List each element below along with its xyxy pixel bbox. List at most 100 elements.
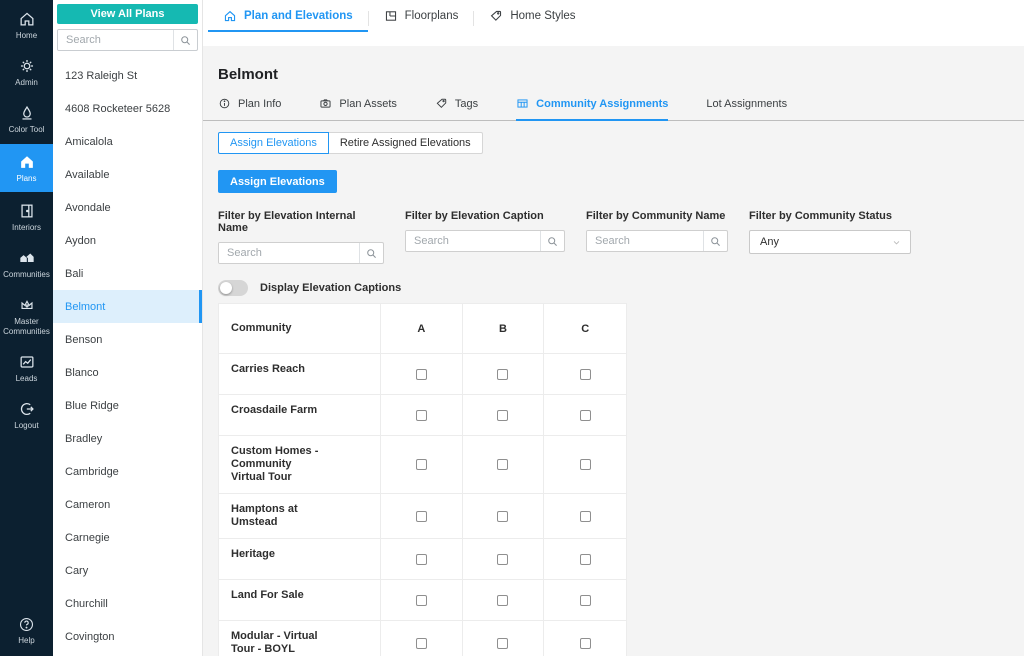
plan-list-item[interactable]: Cambridge [53, 455, 202, 488]
assign-elevations-button[interactable]: Assign Elevations [218, 170, 337, 193]
elevation-internal-name-input[interactable] [219, 243, 359, 263]
elevation-c-cell [544, 436, 626, 493]
assignment-checkbox[interactable] [497, 459, 509, 470]
assignment-checkbox[interactable] [579, 637, 591, 649]
sidebar-item-home[interactable]: Home [0, 3, 53, 47]
sidebar-item-plans[interactable]: Plans [0, 144, 53, 192]
display-elevation-captions-toggle[interactable] [218, 280, 248, 296]
elevation-a-cell [381, 354, 463, 394]
plan-list-item[interactable]: Cary [53, 554, 202, 587]
top-nav: Plan and Elevations Floorplans Home Styl… [203, 0, 1024, 46]
filter-search-box [586, 230, 728, 252]
sidebar-item-help[interactable]: Help [0, 609, 53, 652]
plan-list-item-label: Churchill [65, 597, 108, 610]
crown-icon [18, 296, 36, 314]
plan-list-item[interactable]: Blue Ridge [53, 389, 202, 422]
assignment-checkbox[interactable] [579, 459, 591, 470]
plan-list-item-label: 4608 Rocketeer 5628 [65, 102, 171, 115]
sidebar-item-label: Master Communities [3, 317, 50, 336]
display-elevation-captions-row: Display Elevation Captions [218, 280, 1024, 296]
assignment-checkbox[interactable] [415, 510, 427, 522]
plan-list-item[interactable]: Cameron [53, 488, 202, 521]
plan-list-item[interactable]: Blanco [53, 356, 202, 389]
plan-list-item[interactable]: Churchill [53, 587, 202, 620]
assignment-checkbox[interactable] [415, 368, 427, 380]
table-row: Modular - Virtual Tour - BOYL [219, 621, 626, 656]
community-name-cell: Land For Sale [219, 580, 381, 620]
table-row: Custom Homes - Community Virtual Tour [219, 436, 626, 494]
assignment-checkbox[interactable] [497, 409, 509, 421]
view-all-plans-button[interactable]: View All Plans [57, 4, 198, 24]
home-icon [18, 10, 36, 28]
sidebar-item-interiors[interactable]: Interiors [0, 195, 53, 239]
tab-plan-info[interactable]: Plan Info [218, 97, 281, 121]
assignment-checkbox[interactable] [497, 368, 509, 380]
plan-list-item[interactable]: Covington [53, 620, 202, 653]
elevation-a-cell [381, 580, 463, 620]
plan-list-item[interactable]: Carnegie [53, 521, 202, 554]
column-header-a: A [381, 304, 463, 353]
plan-list-item[interactable]: Avondale [53, 191, 202, 224]
floorplan-icon [384, 9, 398, 23]
tab-lot-assignments[interactable]: Lot Assignments [706, 97, 787, 121]
assignment-checkbox[interactable] [415, 637, 427, 649]
assignment-checkbox[interactable] [497, 553, 509, 565]
logout-icon [18, 400, 36, 418]
plan-list-item[interactable]: Available [53, 158, 202, 191]
filter-search-box [218, 242, 384, 264]
plan-list-item[interactable]: Amicalola [53, 125, 202, 158]
assignment-checkbox[interactable] [497, 510, 509, 522]
search-icon[interactable] [703, 231, 727, 251]
sidebar-item-master-communities[interactable]: Master Communities [0, 289, 53, 343]
nav-tab-home-styles[interactable]: Home Styles [474, 0, 590, 32]
nav-tab-plan-and-elevations[interactable]: Plan and Elevations [208, 0, 368, 32]
plan-list-item[interactable]: Benson [53, 323, 202, 356]
plan-list-item[interactable]: Bradley [53, 422, 202, 455]
nav-tab-floorplans[interactable]: Floorplans [369, 0, 474, 32]
tab-community-assignments[interactable]: Community Assignments [516, 97, 669, 121]
search-icon[interactable] [173, 30, 197, 50]
tab-plan-assets[interactable]: Plan Assets [319, 97, 397, 121]
search-icon[interactable] [359, 243, 383, 263]
retire-assigned-elevations-segment[interactable]: Retire Assigned Elevations [327, 132, 483, 154]
sidebar-item-leads[interactable]: Leads [0, 346, 53, 390]
elevation-caption-input[interactable] [406, 231, 540, 251]
community-name-input[interactable] [587, 231, 703, 251]
plan-list-item-label: Avondale [65, 201, 111, 214]
plan-list-item-label: 123 Raleigh St [65, 69, 138, 82]
assignment-checkbox[interactable] [415, 594, 427, 606]
plan-detail-tabs: Plan Info Plan Assets Tags Community Ass… [203, 97, 1024, 121]
community-status-select[interactable]: Any [749, 230, 911, 254]
assignment-checkbox[interactable] [415, 459, 427, 470]
search-icon[interactable] [540, 231, 564, 251]
plan-list-item[interactable]: 4608 Rocketeer 5628 [53, 92, 202, 125]
assign-elevations-segment[interactable]: Assign Elevations [218, 132, 329, 154]
sidebar-item-color-tool[interactable]: Color Tool [0, 97, 53, 141]
tab-label: Plan Assets [339, 97, 397, 110]
assignment-checkbox[interactable] [579, 510, 591, 522]
sidebar-item-admin[interactable]: Admin [0, 50, 53, 94]
sidebar-item-logout[interactable]: Logout [0, 393, 53, 437]
plan-list-item[interactable]: 123 Raleigh St [53, 59, 202, 92]
assignment-checkbox[interactable] [579, 553, 591, 565]
assignment-checkbox[interactable] [579, 409, 591, 421]
assignment-checkbox[interactable] [415, 409, 427, 421]
plan-list-item[interactable]: Aydon [53, 224, 202, 257]
assignment-checkbox[interactable] [497, 637, 509, 649]
assignment-checkbox[interactable] [579, 594, 591, 606]
assignment-checkbox[interactable] [415, 553, 427, 565]
plan-detail-panel: Belmont Plan Info Plan Assets Tags Commu… [203, 46, 1024, 656]
chart-icon [18, 353, 36, 371]
tab-label: Plan Info [238, 97, 282, 110]
sidebar-item-communities[interactable]: Communities [0, 242, 53, 286]
elevation-c-cell [544, 621, 626, 656]
plan-list-item[interactable]: Belmont [53, 290, 202, 323]
tab-tags[interactable]: Tags [435, 97, 478, 121]
sidebar-item-label: Help [18, 636, 35, 645]
plan-list-item[interactable]: Bali [53, 257, 202, 290]
assignment-checkbox[interactable] [497, 594, 509, 606]
plans-search-input[interactable] [58, 30, 173, 50]
assignment-checkbox[interactable] [579, 368, 591, 380]
sidebar-item-label: Leads [15, 374, 38, 383]
filter-community-name: Filter by Community Name [586, 210, 728, 264]
